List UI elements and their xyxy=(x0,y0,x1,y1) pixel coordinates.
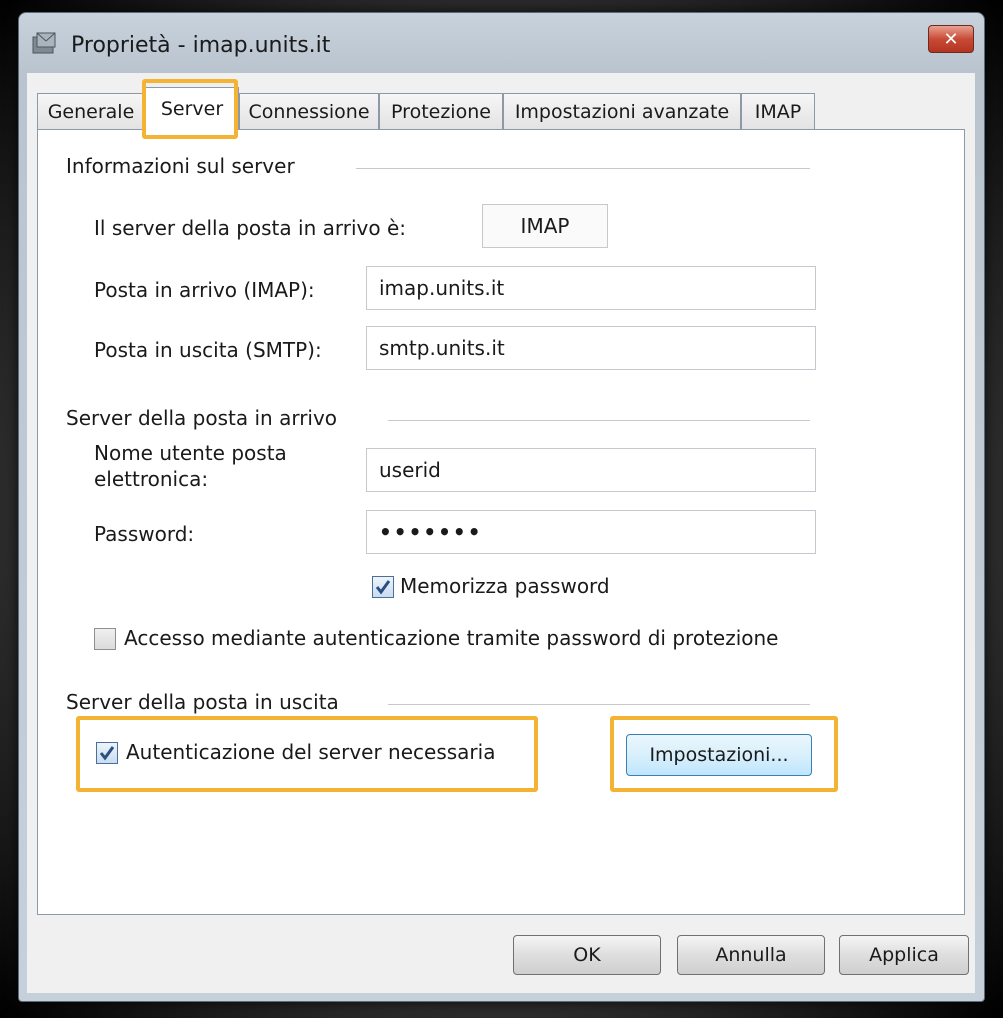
checkmark-icon xyxy=(99,746,115,761)
tab-protezione[interactable]: Protezione xyxy=(379,93,503,129)
remember-password-label: Memorizza password xyxy=(400,574,610,598)
server-auth-checkbox[interactable] xyxy=(96,742,118,764)
password-field[interactable] xyxy=(366,510,816,554)
outgoing-server-label: Posta in uscita (SMTP): xyxy=(94,338,322,362)
section-divider xyxy=(356,168,810,169)
tab-connessione[interactable]: Connessione xyxy=(239,93,379,129)
spa-label: Accesso mediante autenticazione tramite … xyxy=(124,626,779,650)
apply-button[interactable]: Applica xyxy=(839,935,969,975)
outgoing-server-field[interactable] xyxy=(366,326,816,370)
password-label: Password: xyxy=(94,522,195,546)
outgoing-server-title: Server della posta in uscita xyxy=(66,690,339,714)
incoming-type-label: Il server della posta in arrivo è: xyxy=(94,216,406,240)
tab-generale[interactable]: Generale xyxy=(37,93,145,129)
cancel-button[interactable]: Annulla xyxy=(677,935,825,975)
tab-imap[interactable]: IMAP xyxy=(741,93,815,129)
ok-button[interactable]: OK xyxy=(513,935,661,975)
incoming-type-field xyxy=(482,204,608,248)
incoming-server-field[interactable] xyxy=(366,266,816,310)
username-label: Nome utente posta elettronica: xyxy=(94,441,287,491)
title-bar[interactable]: Proprietà - imap.units.it ✕ xyxy=(19,13,984,73)
incoming-server-title: Server della posta in arrivo xyxy=(66,406,338,430)
server-auth-label: Autenticazione del server necessaria xyxy=(126,740,496,764)
tab-server[interactable]: Server xyxy=(145,87,239,130)
section-divider xyxy=(388,420,810,421)
username-field[interactable] xyxy=(366,448,816,492)
server-info-title: Informazioni sul server xyxy=(66,154,295,178)
tab-impostazioni-avanzate[interactable]: Impostazioni avanzate xyxy=(503,93,741,129)
server-tab-panel: Informazioni sul server Il server della … xyxy=(37,129,965,915)
window-title: Proprietà - imap.units.it xyxy=(71,33,331,58)
spa-checkbox[interactable] xyxy=(94,628,116,650)
mail-account-icon xyxy=(32,32,56,54)
dialog-client-area: Generale Server Connessione Protezione I… xyxy=(27,73,975,993)
incoming-server-label: Posta in arrivo (IMAP): xyxy=(94,278,315,302)
remember-password-checkbox[interactable] xyxy=(372,576,394,598)
properties-dialog: Proprietà - imap.units.it ✕ Generale Ser… xyxy=(18,12,985,1002)
section-divider xyxy=(388,704,810,705)
close-icon: ✕ xyxy=(943,28,959,50)
settings-button[interactable]: Impostazioni... xyxy=(626,734,812,776)
close-button[interactable]: ✕ xyxy=(928,25,974,53)
checkmark-icon xyxy=(375,580,391,595)
